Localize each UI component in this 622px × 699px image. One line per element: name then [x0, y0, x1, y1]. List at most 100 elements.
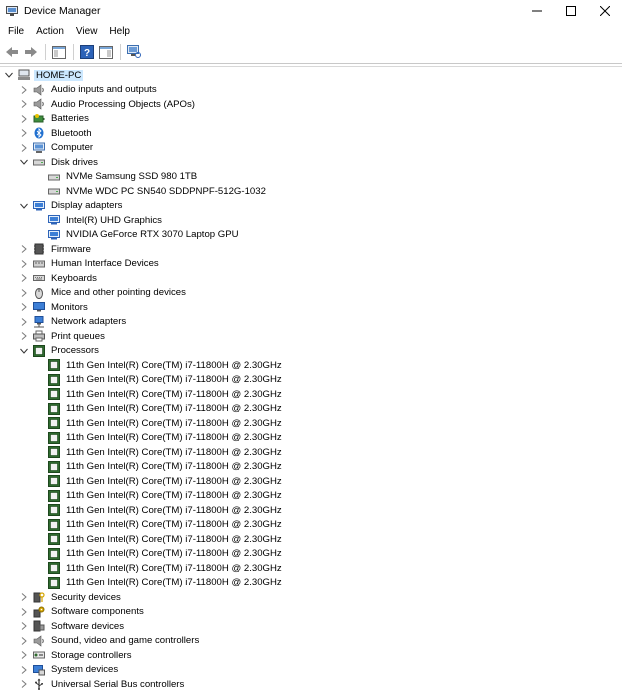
tree-device-item[interactable]: NVIDIA GeForce RTX 3070 Laptop GPU — [34, 228, 241, 243]
tree-category-audio-processing-objects-apos[interactable]: Audio Processing Objects (APOs) — [19, 97, 197, 112]
tree-category-software-devices[interactable]: Software devices — [19, 619, 126, 634]
tree-category-universal-serial-bus-controllers[interactable]: Universal Serial Bus controllers — [19, 677, 186, 692]
tree-root-home-pc[interactable]: HOME-PC — [4, 68, 84, 83]
expand-chevron-icon[interactable] — [19, 83, 29, 97]
tree-category-network-adapters[interactable]: Network adapters — [19, 315, 128, 330]
expand-chevron-icon[interactable] — [19, 663, 29, 677]
tree-category-firmware[interactable]: Firmware — [19, 242, 93, 257]
tree-device-item[interactable]: 11th Gen Intel(R) Core(TM) i7-11800H @ 2… — [34, 358, 284, 373]
hid-icon — [33, 258, 45, 270]
tree-device-item[interactable]: 11th Gen Intel(R) Core(TM) i7-11800H @ 2… — [34, 547, 284, 562]
speaker-icon — [33, 84, 45, 96]
tree-device-item[interactable]: 11th Gen Intel(R) Core(TM) i7-11800H @ 2… — [34, 402, 284, 417]
expand-chevron-icon[interactable] — [19, 271, 29, 285]
tree-device-item[interactable]: 11th Gen Intel(R) Core(TM) i7-11800H @ 2… — [34, 387, 284, 402]
processor-icon — [48, 475, 60, 488]
expand-chevron-icon[interactable] — [19, 300, 29, 314]
close-button[interactable] — [588, 0, 622, 22]
expand-chevron-icon[interactable] — [19, 590, 29, 604]
expand-chevron-icon[interactable] — [19, 605, 29, 619]
svg-text:?: ? — [84, 48, 90, 59]
tree-device-item[interactable]: NVMe WDC PC SN540 SDDPNPF-512G-1032 — [34, 184, 268, 199]
help-button[interactable]: ? — [78, 43, 96, 61]
tree-device-item[interactable]: 11th Gen Intel(R) Core(TM) i7-11800H @ 2… — [34, 373, 284, 388]
tree-device-item[interactable]: 11th Gen Intel(R) Core(TM) i7-11800H @ 2… — [34, 532, 284, 547]
menu-file[interactable]: File — [2, 26, 30, 37]
tree-category-display-adapters[interactable]: Display adapters — [19, 199, 124, 214]
tree-category-label: Software components — [51, 606, 144, 618]
expand-chevron-icon[interactable] — [19, 329, 29, 343]
tree-category-software-components[interactable]: Software components — [19, 605, 146, 620]
tree-device-item[interactable]: NVMe Samsung SSD 980 1TB — [34, 170, 199, 185]
tree-device-item[interactable]: 11th Gen Intel(R) Core(TM) i7-11800H @ 2… — [34, 489, 284, 504]
battery-icon — [33, 113, 45, 125]
tree-category-label: Audio inputs and outputs — [51, 84, 157, 96]
tree-device-item[interactable]: 11th Gen Intel(R) Core(TM) i7-11800H @ 2… — [34, 460, 284, 475]
tree-device-item[interactable]: 11th Gen Intel(R) Core(TM) i7-11800H @ 2… — [34, 576, 284, 591]
expand-chevron-icon[interactable] — [19, 286, 29, 300]
menu-view[interactable]: View — [70, 26, 104, 37]
tree-category-batteries[interactable]: Batteries — [19, 112, 91, 127]
collapse-chevron-icon[interactable] — [19, 199, 29, 213]
tree-device-item[interactable]: 11th Gen Intel(R) Core(TM) i7-11800H @ 2… — [34, 474, 284, 489]
tree-device-item[interactable]: 11th Gen Intel(R) Core(TM) i7-11800H @ 2… — [34, 431, 284, 446]
tree-category-label: Print queues — [51, 330, 105, 342]
tree-category-audio-inputs-and-outputs[interactable]: Audio inputs and outputs — [19, 83, 159, 98]
tree-device-label: 11th Gen Intel(R) Core(TM) i7-11800H @ 2… — [66, 475, 282, 487]
expand-chevron-icon[interactable] — [19, 126, 29, 140]
collapse-chevron-icon[interactable] — [4, 68, 14, 82]
disk-drive-icon — [33, 156, 45, 168]
back-button[interactable] — [3, 43, 21, 61]
tree-category-processors[interactable]: Processors — [19, 344, 101, 359]
toolbar-separator — [120, 44, 121, 60]
menu-action[interactable]: Action — [30, 26, 70, 37]
tree-device-label: 11th Gen Intel(R) Core(TM) i7-11800H @ 2… — [66, 519, 282, 531]
tree-device-item[interactable]: 11th Gen Intel(R) Core(TM) i7-11800H @ 2… — [34, 518, 284, 533]
tree-category-mice-and-other-pointing-devices[interactable]: Mice and other pointing devices — [19, 286, 188, 301]
action-pane-button[interactable] — [97, 43, 115, 61]
forward-button[interactable] — [22, 43, 40, 61]
tree-device-label: 11th Gen Intel(R) Core(TM) i7-11800H @ 2… — [66, 461, 282, 473]
tree-category-monitors[interactable]: Monitors — [19, 300, 90, 315]
tree-category-system-devices[interactable]: System devices — [19, 663, 120, 678]
expand-chevron-icon[interactable] — [19, 315, 29, 329]
tree-device-item[interactable]: 11th Gen Intel(R) Core(TM) i7-11800H @ 2… — [34, 561, 284, 576]
tree-category-sound-video-and-game-controllers[interactable]: Sound, video and game controllers — [19, 634, 201, 649]
tree-device-item[interactable]: 11th Gen Intel(R) Core(TM) i7-11800H @ 2… — [34, 503, 284, 518]
collapse-chevron-icon[interactable] — [19, 155, 29, 169]
tree-device-item[interactable]: Intel(R) UHD Graphics — [34, 213, 164, 228]
expand-chevron-icon[interactable] — [19, 141, 29, 155]
display-adapter-icon — [33, 200, 45, 212]
tree-device-item[interactable]: 11th Gen Intel(R) Core(TM) i7-11800H @ 2… — [34, 445, 284, 460]
expand-chevron-icon[interactable] — [19, 619, 29, 633]
expand-chevron-icon[interactable] — [19, 257, 29, 271]
tree-category-keyboards[interactable]: Keyboards — [19, 271, 99, 286]
tree-category-computer[interactable]: Computer — [19, 141, 95, 156]
expand-chevron-icon[interactable] — [19, 634, 29, 648]
tree-category-security-devices[interactable]: Security devices — [19, 590, 123, 605]
tree-category-bluetooth[interactable]: Bluetooth — [19, 126, 94, 141]
tree-category-storage-controllers[interactable]: Storage controllers — [19, 648, 134, 663]
tree-category-human-interface-devices[interactable]: Human Interface Devices — [19, 257, 161, 272]
tree-category-print-queues[interactable]: Print queues — [19, 329, 107, 344]
expand-chevron-icon[interactable] — [19, 677, 29, 691]
show-hide-console-tree-button[interactable] — [50, 43, 68, 61]
menu-help[interactable]: Help — [103, 26, 136, 37]
expand-chevron-icon[interactable] — [19, 97, 29, 111]
tree-device-item[interactable]: 11th Gen Intel(R) Core(TM) i7-11800H @ 2… — [34, 416, 284, 431]
processor-icon — [48, 547, 60, 560]
tree-category-disk-drives[interactable]: Disk drives — [19, 155, 100, 170]
maximize-button[interactable] — [554, 0, 588, 22]
expand-chevron-icon[interactable] — [19, 242, 29, 256]
scan-hardware-button[interactable] — [125, 43, 143, 61]
expand-chevron-icon[interactable] — [19, 648, 29, 662]
expand-chevron-icon[interactable] — [19, 112, 29, 126]
collapse-chevron-icon[interactable] — [19, 344, 29, 358]
processor-icon — [48, 388, 60, 401]
minimize-button[interactable] — [520, 0, 554, 22]
